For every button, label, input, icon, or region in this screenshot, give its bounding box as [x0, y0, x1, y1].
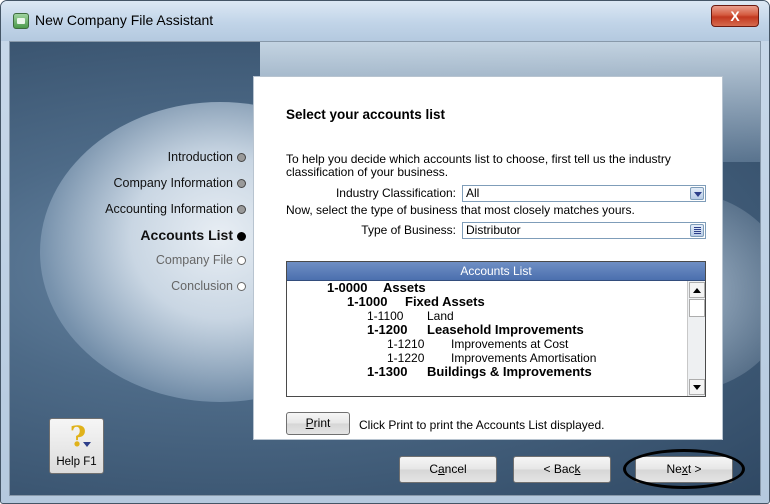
window-title: New Company File Assistant [35, 12, 214, 28]
app-icon [13, 13, 29, 29]
business-type-select[interactable]: Distributor [462, 222, 706, 239]
wizard-window: New Company File Assistant X Introductio… [0, 0, 770, 504]
print-button[interactable]: Print [286, 412, 350, 435]
step-dot-icon [237, 179, 246, 189]
account-number: 1-1300 [367, 364, 408, 379]
help-label: Help F1 [56, 456, 97, 468]
step-label: Accounts List [140, 227, 233, 243]
account-row[interactable]: 1-1220 Improvements Amortisation [287, 351, 687, 365]
step-introduction: Introduction [168, 150, 246, 168]
help-question-icon: ? [67, 422, 91, 452]
account-row[interactable]: 1-1300 Buildings & Improvements [287, 365, 687, 379]
step-label: Company Information [113, 176, 233, 190]
step-dot-icon [237, 153, 246, 163]
account-name: Improvements at Cost [451, 337, 569, 351]
account-name: Buildings & Improvements [427, 364, 592, 379]
account-name: Assets [383, 281, 426, 295]
industry-select[interactable]: All [462, 185, 706, 202]
title-bar: New Company File Assistant X [1, 1, 769, 41]
step-conclusion: Conclusion [171, 279, 246, 297]
help-button[interactable]: ? Help F1 [49, 418, 104, 474]
account-name: Leasehold Improvements [427, 322, 584, 337]
print-hint: Click Print to print the Accounts List d… [359, 418, 605, 432]
step-label: Accounting Information [105, 202, 233, 216]
account-number: 1-0000 [327, 281, 368, 295]
step-dot-icon [237, 282, 246, 292]
step-company-information: Company Information [113, 176, 246, 194]
account-name: Land [427, 309, 454, 323]
account-name: Fixed Assets [405, 294, 485, 309]
cancel-button[interactable]: Cancel [399, 456, 497, 483]
account-row[interactable]: 1-1100 Land [287, 309, 687, 323]
account-row[interactable]: 1-1210 Improvements at Cost [287, 337, 687, 351]
scroll-thumb[interactable] [689, 299, 705, 317]
step-dot-icon [237, 231, 246, 241]
industry-value: All [466, 186, 480, 200]
account-number: 1-1210 [387, 337, 425, 351]
step-accounts-list: Accounts List [140, 227, 246, 245]
step-label: Introduction [167, 150, 233, 164]
business-type-value: Distributor [466, 223, 521, 237]
close-button[interactable]: X [711, 5, 759, 27]
back-button[interactable]: < Back [513, 456, 611, 483]
highlight-circle [623, 449, 745, 489]
account-number: 1-1200 [367, 322, 408, 337]
step-accounting-information: Accounting Information [105, 202, 246, 220]
scroll-down-icon[interactable] [689, 379, 705, 395]
type-intro-text: Now, select the type of business that mo… [286, 203, 635, 217]
accounts-list-header: Accounts List [287, 262, 705, 281]
accounts-scrollbar[interactable] [687, 281, 705, 396]
account-row[interactable]: 1-1000 Fixed Assets [287, 295, 687, 309]
account-number: 1-1100 [367, 309, 404, 323]
accounts-list[interactable]: Accounts List 1-0000 Assets 1-1000 Fixed As… [286, 261, 706, 397]
step-company-file: Company File [156, 253, 246, 271]
step-label: Company File [155, 253, 233, 267]
account-number: 1-1220 [387, 351, 425, 365]
step-dot-icon [237, 256, 246, 266]
accounts-list-body[interactable]: 1-0000 Assets 1-1000 Fixed Assets 1-1100 Land… [287, 281, 687, 396]
account-name: Improvements Amortisation [451, 351, 597, 365]
account-row[interactable]: 1-1200 Leasehold Improvements [287, 323, 687, 337]
step-label: Conclusion [171, 279, 233, 293]
account-row[interactable]: 1-0000 Assets [287, 281, 687, 295]
scroll-up-icon[interactable] [689, 282, 705, 298]
intro-text: To help you decide which accounts list t… [286, 152, 671, 179]
dropdown-list-icon[interactable] [690, 224, 704, 237]
step-dot-icon [237, 205, 246, 215]
account-number: 1-1000 [347, 294, 388, 309]
industry-label: Industry Classification: [335, 186, 456, 200]
dropdown-arrow-icon[interactable] [690, 187, 704, 200]
content-panel: Select your accounts list To help you de… [253, 76, 723, 440]
page-title: Select your accounts list [286, 107, 446, 122]
business-type-label: Type of Business: [361, 223, 456, 237]
